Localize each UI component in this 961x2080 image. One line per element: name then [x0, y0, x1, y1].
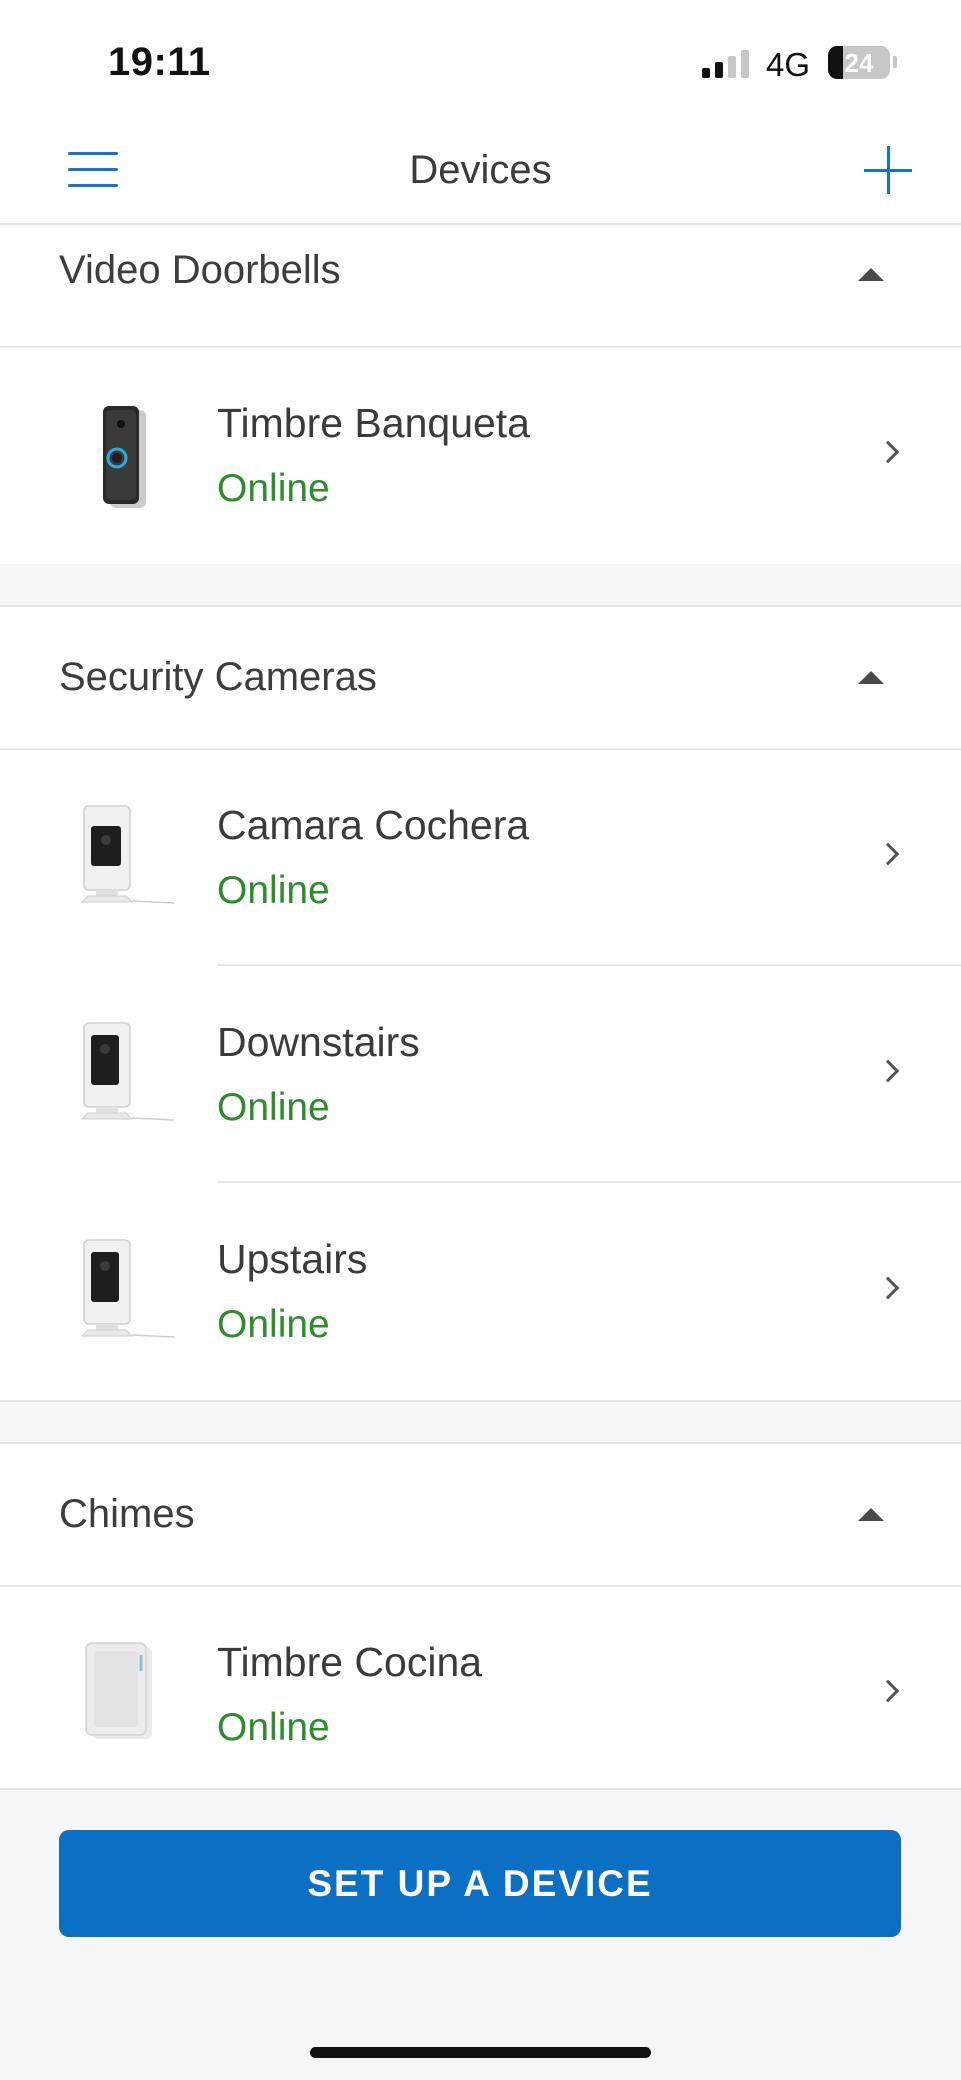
device-row-upstairs[interactable]: Upstairs Online [0, 1184, 961, 1400]
cellular-signal-icon [702, 48, 752, 78]
footer: SET UP A DEVICE [0, 1788, 961, 2080]
collapse-caret-icon[interactable] [858, 1508, 884, 1521]
set-up-device-button[interactable]: SET UP A DEVICE [59, 1830, 901, 1937]
device-name: Timbre Banqueta [217, 400, 530, 446]
video-doorbell-icon [103, 406, 146, 508]
status-time: 19:11 [108, 40, 211, 84]
section-title: Video Doorbells [59, 248, 341, 292]
battery-tip [893, 56, 897, 68]
device-name: Timbre Cocina [217, 1639, 483, 1685]
nav-header: Devices [0, 120, 961, 225]
battery-level: 24 [844, 48, 874, 78]
section-header-chimes[interactable]: Chimes [0, 1444, 961, 1587]
section-title: Security Cameras [59, 655, 377, 699]
section-header-video-doorbells[interactable]: Video Doorbells [0, 226, 961, 348]
status-bar: 19:11 4G 24 [0, 0, 961, 120]
device-status: Online [217, 1303, 330, 1346]
device-name: Upstairs [217, 1236, 368, 1282]
collapse-caret-icon[interactable] [858, 671, 884, 684]
device-row-timbre-cocina[interactable]: Timbre Cocina Online [0, 1587, 961, 1803]
device-status: Online [217, 1706, 330, 1749]
device-row-camara-cochera[interactable]: Camara Cochera Online [0, 750, 961, 966]
chevron-right-icon [876, 440, 900, 464]
section-gap [0, 1400, 961, 1444]
device-status: Online [217, 467, 330, 510]
section-gap [0, 564, 961, 607]
plus-icon[interactable] [864, 146, 912, 194]
device-row-downstairs[interactable]: Downstairs Online [0, 967, 961, 1183]
page-title: Devices [409, 148, 552, 192]
row-divider [217, 964, 961, 966]
device-row-timbre-banqueta[interactable]: Timbre Banqueta Online [0, 348, 961, 564]
section-header-security-cameras[interactable]: Security Cameras [0, 607, 961, 750]
chevron-right-icon [876, 1059, 900, 1083]
chevron-right-icon [876, 1276, 900, 1300]
chime-icon [85, 1642, 152, 1739]
indoor-camera-icon [80, 1239, 175, 1338]
chevron-right-icon [876, 842, 900, 866]
network-type: 4G [766, 46, 811, 83]
indoor-camera-icon [80, 1022, 175, 1121]
home-indicator[interactable] [310, 2047, 651, 2058]
device-name: Downstairs [217, 1019, 420, 1065]
row-divider [217, 1181, 961, 1183]
section-title: Chimes [59, 1492, 195, 1536]
chevron-right-icon [876, 1679, 900, 1703]
device-status: Online [217, 1086, 330, 1129]
device-name: Camara Cochera [217, 802, 530, 848]
collapse-caret-icon[interactable] [858, 268, 884, 281]
indoor-camera-icon [80, 805, 175, 904]
battery-icon: 24 [828, 46, 890, 79]
device-status: Online [217, 869, 330, 912]
